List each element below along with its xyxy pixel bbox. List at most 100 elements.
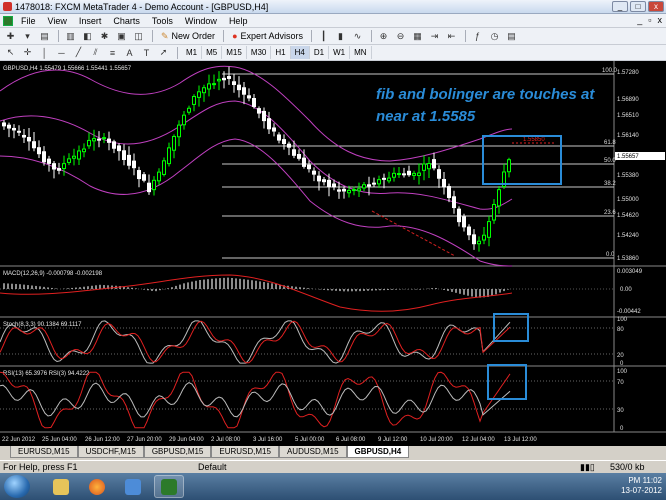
candle-body [342, 188, 346, 192]
mdi-minimize-button[interactable]: _ [637, 15, 642, 25]
templates-icon[interactable]: ▤ [504, 29, 519, 43]
data-window-icon[interactable]: ◧ [80, 29, 95, 43]
label-icon[interactable]: T [139, 46, 154, 60]
current-price-label: 1.55657 [617, 154, 639, 160]
periods-icon[interactable]: ◷ [487, 29, 502, 43]
taskbar-metatrader[interactable] [154, 475, 184, 498]
candle-body [97, 138, 101, 141]
timeframe-mn[interactable]: MN [350, 46, 372, 59]
taskbar-explorer[interactable] [46, 475, 76, 498]
tab-usdchf-m15[interactable]: USDCHF,M15 [77, 446, 144, 458]
auto-scroll-icon[interactable]: ⇥ [427, 29, 442, 43]
timeframe-w1[interactable]: W1 [329, 46, 351, 59]
bar-chart-icon[interactable]: ┃ [316, 29, 331, 43]
fibonacci-icon[interactable]: ≡ [105, 46, 120, 60]
candle-body [482, 234, 486, 241]
tab-audusd-m15[interactable]: AUDUSD,M15 [278, 446, 347, 458]
candle-body [382, 177, 386, 180]
channel-icon[interactable]: ⫽ [88, 46, 103, 60]
indicators-icon[interactable]: ƒ [470, 29, 485, 43]
expert-advisors-button[interactable]: ● Expert Advisors [228, 29, 307, 43]
price-tick: 1.54240 [617, 233, 639, 239]
crosshair-icon[interactable]: ✛ [20, 46, 35, 60]
candle-body [477, 240, 481, 245]
timeframe-h4[interactable]: H4 [290, 46, 310, 59]
timeframe-m5[interactable]: M5 [202, 46, 223, 59]
dropdown-chevron-icon[interactable]: ▾ [20, 29, 35, 43]
rsi-tick: 70 [617, 380, 624, 386]
tray-date: 13-07-2012 [621, 486, 662, 495]
zoom-out-icon[interactable]: ⊖ [393, 29, 408, 43]
menu-tools[interactable]: Tools [148, 16, 181, 26]
cursor-icon[interactable]: ↖ [3, 46, 18, 60]
menu-charts[interactable]: Charts [109, 16, 148, 26]
chart-tabs: EURUSD,M15 USDCHF,M15 GBPUSD,M15 EURUSD,… [0, 446, 666, 459]
price-chart[interactable]: 100.0 61.8 50.0 38.2 23.6 0.0 1.57280 1.… [0, 61, 666, 446]
window-titlebar: 1478018: FXCM MetaTrader 4 - Demo Accoun… [0, 0, 666, 14]
rsi-tick: 0 [620, 426, 624, 432]
candle-body [422, 163, 426, 171]
tab-eurusd-m15-2[interactable]: EURUSD,M15 [211, 446, 279, 458]
profiles-icon[interactable]: ▤ [37, 29, 52, 43]
horizontal-line-icon[interactable]: ─ [54, 46, 69, 60]
tile-windows-icon[interactable]: ▦ [410, 29, 425, 43]
tab-gbpusd-m15[interactable]: GBPUSD,M15 [143, 446, 212, 458]
timeframe-d1[interactable]: D1 [310, 46, 330, 59]
arrows-icon[interactable]: ➚ [156, 46, 171, 60]
annotation-text-line1: fib and bolinger are touches at [376, 86, 595, 103]
candle-body [152, 179, 156, 191]
new-chart-icon[interactable]: ✚ [3, 29, 18, 43]
strategy-tester-icon[interactable]: ◫ [131, 29, 146, 43]
candle-body [2, 122, 6, 127]
minimize-button[interactable]: _ [612, 1, 628, 12]
candle-body [147, 182, 151, 193]
taskbar-firefox[interactable] [82, 475, 112, 498]
time-label: 3 Jul 16:00 [253, 437, 283, 443]
terminal-icon[interactable]: ▣ [114, 29, 129, 43]
candlestick-icon[interactable]: ▮ [333, 29, 348, 43]
candle-body [47, 158, 51, 164]
maximize-button[interactable]: □ [630, 1, 646, 12]
timeframe-m15[interactable]: M15 [222, 46, 247, 59]
chart-window[interactable]: 100.0 61.8 50.0 38.2 23.6 0.0 1.57280 1.… [0, 61, 666, 446]
tab-gbpusd-h4[interactable]: GBPUSD,H4 [346, 446, 410, 458]
start-button[interactable] [4, 475, 30, 498]
time-label: 13 Jul 12:00 [504, 437, 537, 443]
fib-level-38: 38.2 [604, 181, 616, 187]
fibonacci-trendline[interactable] [371, 210, 456, 257]
menu-window[interactable]: Window [181, 16, 225, 26]
fib-level-50: 50.0 [604, 158, 616, 164]
new-order-label: New Order [171, 31, 216, 41]
text-icon[interactable]: A [122, 46, 137, 60]
candle-body [452, 196, 456, 209]
timeframe-h1[interactable]: H1 [271, 46, 291, 59]
time-label: 25 Jun 04:00 [42, 437, 77, 443]
candle-body [27, 136, 31, 142]
taskbar-media[interactable] [118, 475, 148, 498]
timeframe-m1[interactable]: M1 [182, 46, 203, 59]
candle-body [467, 226, 471, 236]
zoom-in-icon[interactable]: ⊕ [376, 29, 391, 43]
metatrader-icon [3, 2, 12, 11]
trendline-icon[interactable]: ╱ [71, 46, 86, 60]
new-order-button[interactable]: ✎ New Order [157, 29, 219, 43]
tab-eurusd-m15[interactable]: EURUSD,M15 [10, 446, 78, 458]
mdi-restore-button[interactable]: ▫ [648, 15, 651, 25]
macd-tick: 0.003049 [617, 269, 643, 275]
menu-insert[interactable]: Insert [75, 16, 110, 26]
candle-body [177, 124, 181, 138]
macd-signal-line [0, 274, 513, 312]
menu-help[interactable]: Help [225, 16, 256, 26]
navigator-icon[interactable]: ✱ [97, 29, 112, 43]
chart-shift-icon[interactable]: ⇤ [444, 29, 459, 43]
mdi-close-button[interactable]: x [658, 15, 663, 25]
line-chart-icon[interactable]: ∿ [350, 29, 365, 43]
close-button[interactable]: x [648, 1, 664, 12]
menu-file[interactable]: File [17, 16, 44, 26]
candle-body [507, 159, 511, 173]
timeframe-m30[interactable]: M30 [247, 46, 272, 59]
menu-view[interactable]: View [44, 16, 75, 26]
market-watch-icon[interactable]: ▥ [63, 29, 78, 43]
candle-body [217, 78, 221, 82]
vertical-line-icon[interactable]: │ [37, 46, 52, 60]
